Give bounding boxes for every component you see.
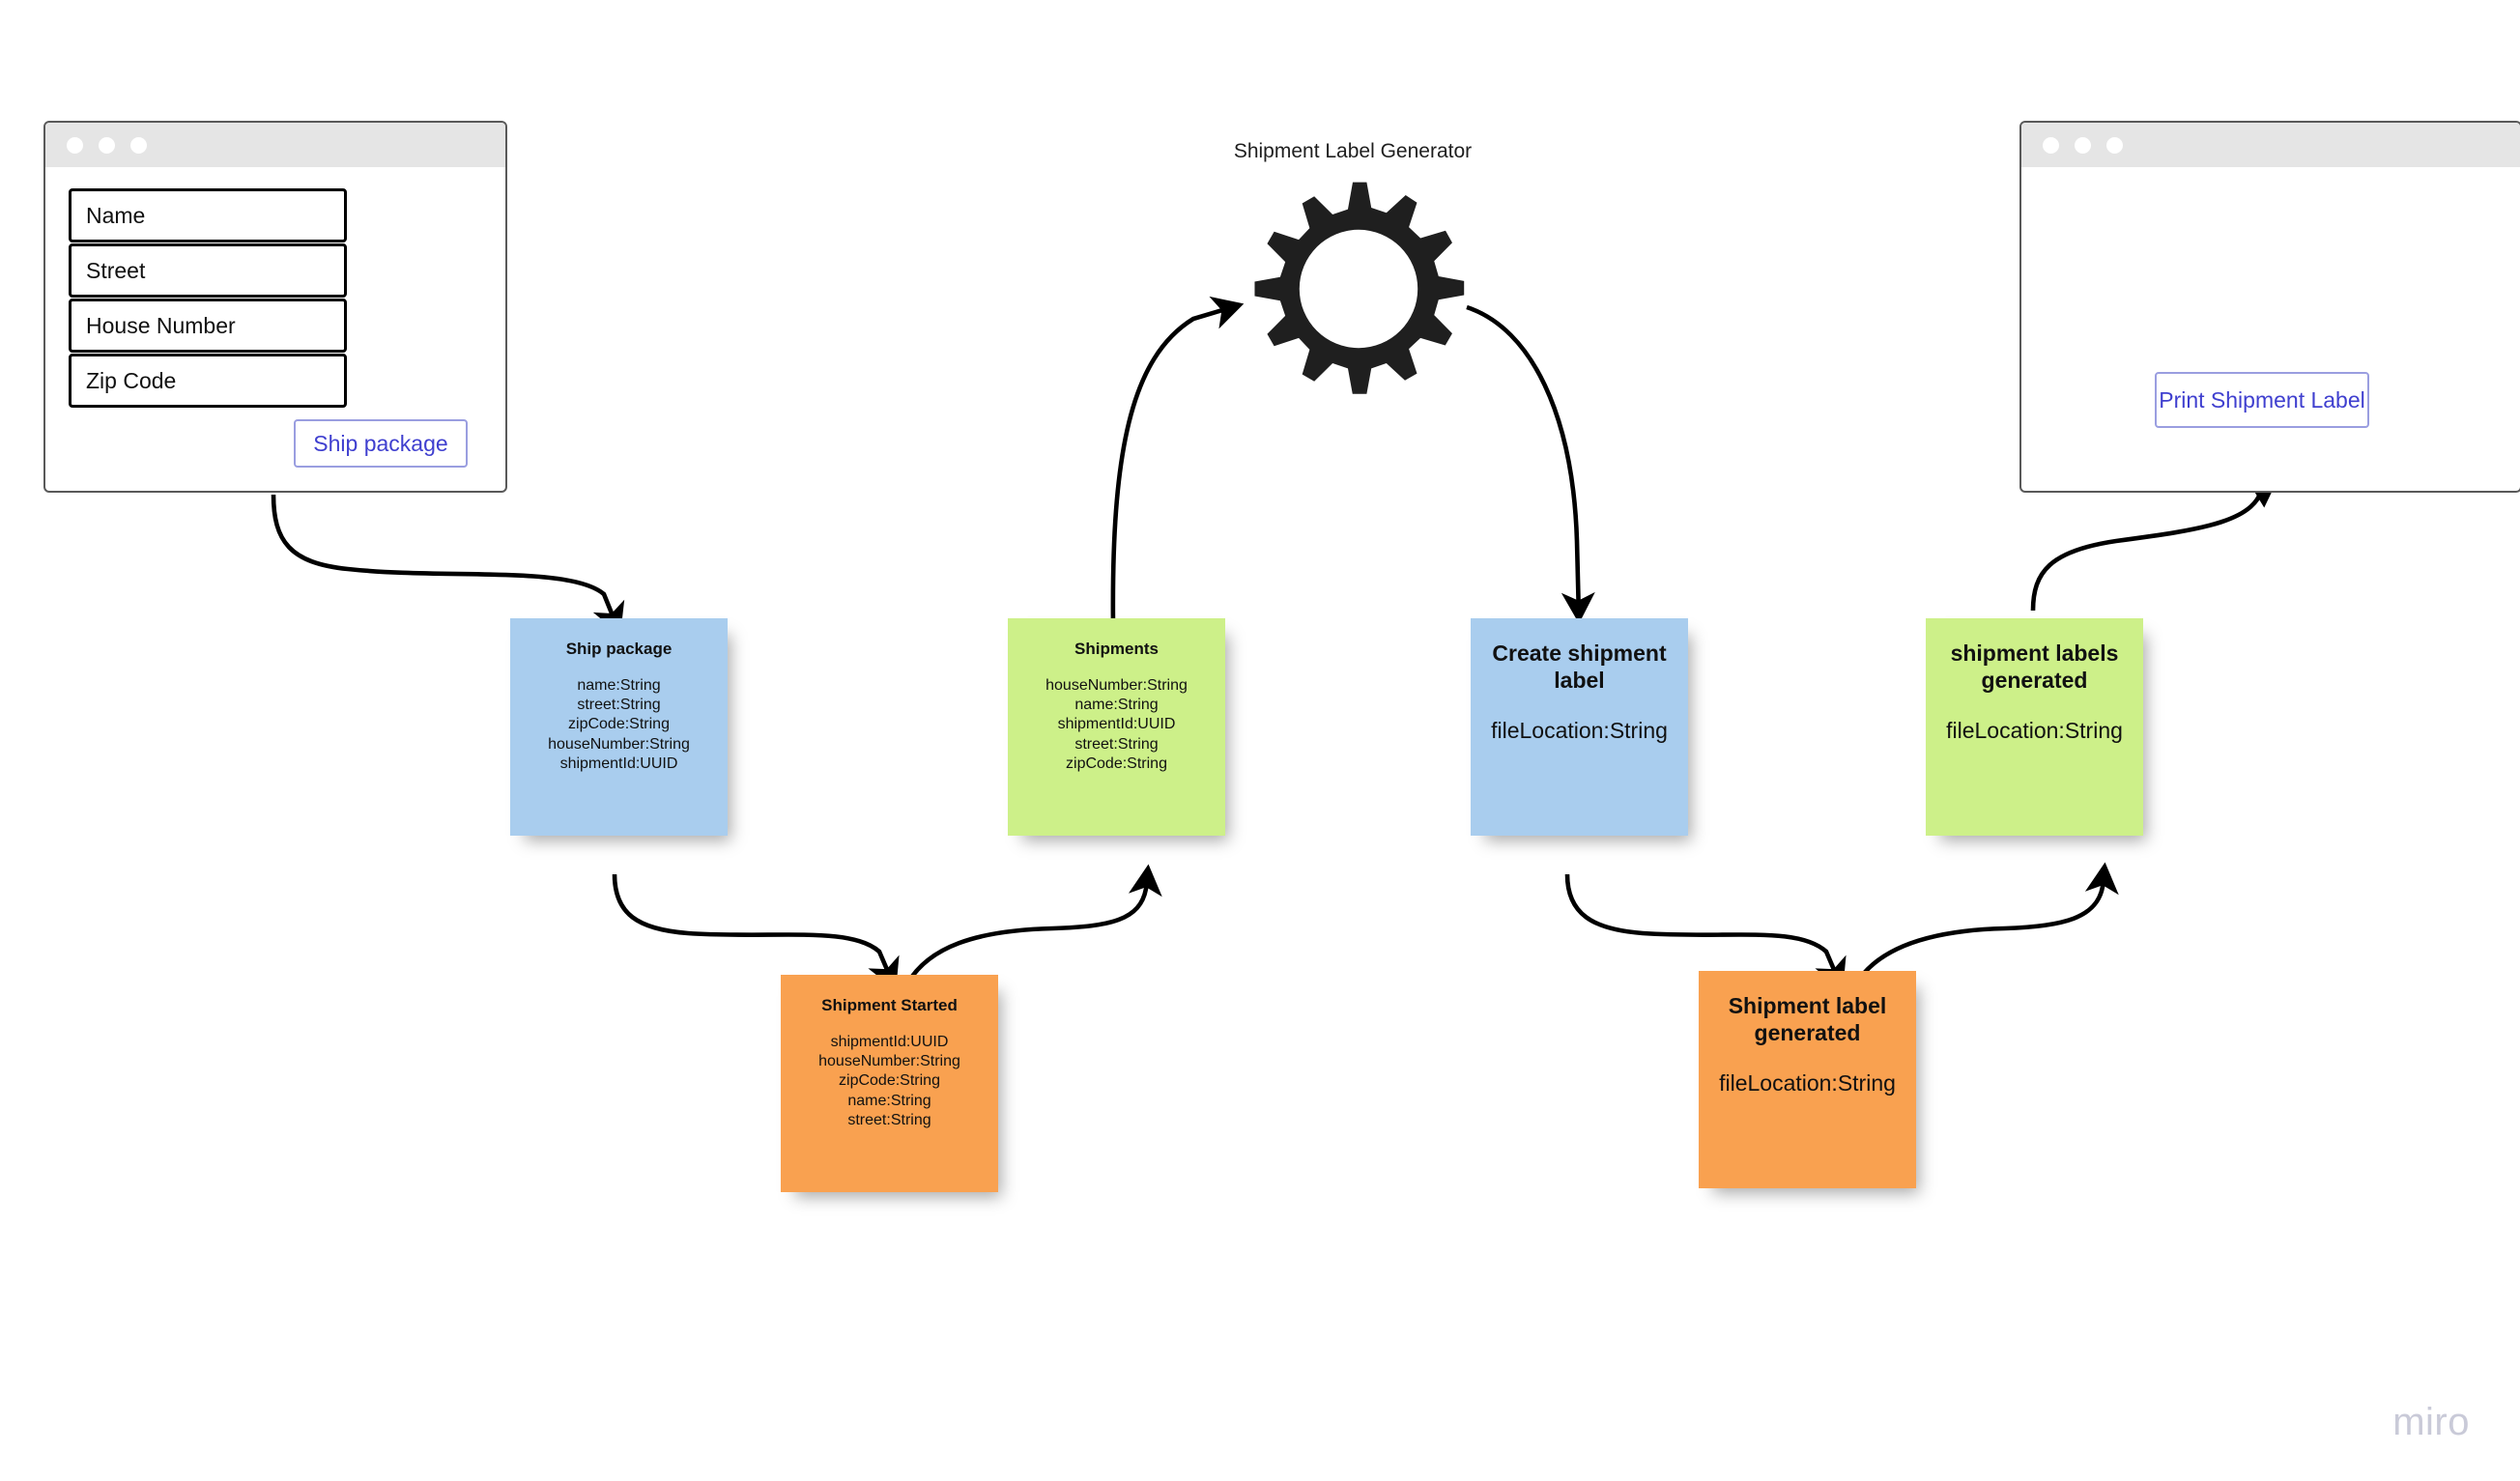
window-body: Name Street House Number Zip Code Ship p… bbox=[45, 167, 505, 491]
name-field[interactable]: Name bbox=[69, 188, 347, 242]
house-number-field[interactable]: House Number bbox=[69, 299, 347, 353]
window-titlebar bbox=[2021, 123, 2520, 167]
note-title: Create shipment label bbox=[1492, 641, 1667, 694]
note-shipment-labels-generated-readmodel[interactable]: shipment labels generated fileLocation:S… bbox=[1926, 618, 2143, 836]
gear-wrap bbox=[1198, 173, 1507, 405]
window-dot-minimize-icon[interactable] bbox=[99, 136, 115, 154]
shipment-label-generator-process: Shipment Label Generator bbox=[1198, 140, 1507, 405]
note-fields: name:String street:String zipCode:String… bbox=[548, 676, 690, 773]
note-shipments-readmodel[interactable]: Shipments houseNumber:String name:String… bbox=[1008, 618, 1225, 836]
window-dot-maximize-icon[interactable] bbox=[2106, 136, 2123, 154]
miro-watermark: miro bbox=[2392, 1401, 2470, 1443]
connector-shipment-started-to-shipments bbox=[903, 864, 1162, 987]
connector-form-to-ship-package bbox=[271, 494, 625, 636]
event-storming-board: Name Street House Number Zip Code Ship p… bbox=[0, 0, 2520, 1481]
note-fields: fileLocation:String bbox=[1491, 718, 1668, 744]
note-title: Shipment Started bbox=[821, 996, 958, 1014]
window-dot-maximize-icon[interactable] bbox=[130, 136, 147, 154]
note-fields: fileLocation:String bbox=[1719, 1070, 1896, 1097]
note-create-shipment-label-command[interactable]: Create shipment label fileLocation:Strin… bbox=[1471, 618, 1688, 836]
window-titlebar bbox=[45, 123, 505, 167]
window-dot-close-icon[interactable] bbox=[2043, 136, 2059, 154]
connector-label-generated-to-labels-generated bbox=[1853, 862, 2119, 987]
print-shipment-label-window: Print Shipment Label bbox=[2019, 121, 2520, 493]
connector-ship-package-to-shipment-started bbox=[612, 873, 900, 991]
connector-create-label-to-label-generated bbox=[1564, 873, 1847, 991]
note-fields: houseNumber:String name:String shipmentI… bbox=[1045, 676, 1188, 773]
gear-icon bbox=[1254, 182, 1465, 394]
note-fields: fileLocation:String bbox=[1946, 718, 2123, 744]
ship-package-form-window: Name Street House Number Zip Code Ship p… bbox=[43, 121, 507, 493]
street-field[interactable]: Street bbox=[69, 243, 347, 298]
process-label: Shipment Label Generator bbox=[1233, 140, 1473, 162]
window-dot-minimize-icon[interactable] bbox=[2075, 136, 2091, 154]
note-shipment-started-event[interactable]: Shipment Started shipmentId:UUID houseNu… bbox=[781, 975, 998, 1192]
note-title: shipment labels generated bbox=[1950, 641, 2119, 694]
note-title: Shipment label generated bbox=[1728, 993, 1887, 1046]
window-body: Print Shipment Label bbox=[2021, 167, 2520, 491]
note-ship-package-command[interactable]: Ship package name:String street:String z… bbox=[510, 618, 728, 836]
print-shipment-label-button[interactable]: Print Shipment Label bbox=[2155, 372, 2369, 428]
note-shipment-label-generated-event[interactable]: Shipment label generated fileLocation:St… bbox=[1699, 971, 1916, 1188]
zip-code-field[interactable]: Zip Code bbox=[69, 354, 347, 408]
connector-labels-generated-to-print-window bbox=[2030, 475, 2280, 612]
window-dot-close-icon[interactable] bbox=[67, 136, 83, 154]
ship-package-button[interactable]: Ship package bbox=[294, 419, 468, 468]
note-title: Ship package bbox=[565, 640, 673, 658]
note-fields: shipmentId:UUID houseNumber:String zipCo… bbox=[818, 1033, 960, 1129]
note-title: Shipments bbox=[1074, 640, 1159, 658]
